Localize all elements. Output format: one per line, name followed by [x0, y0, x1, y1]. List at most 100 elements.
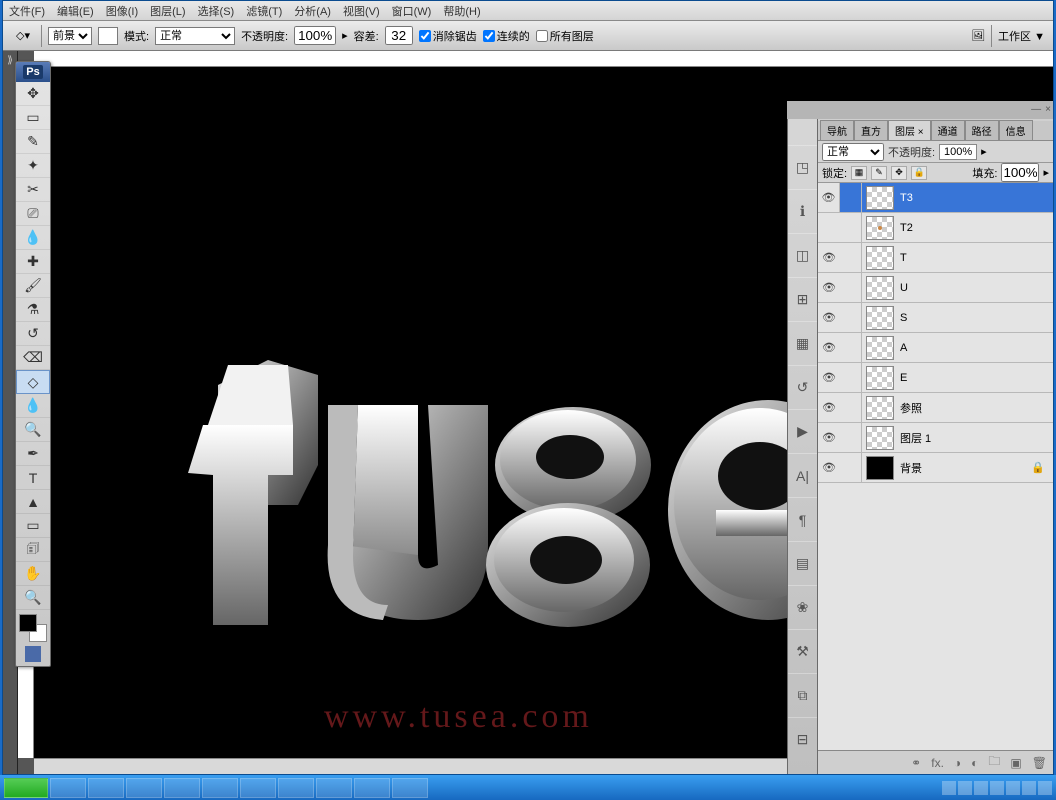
menu-layer[interactable]: 图层(L) [150, 3, 185, 19]
dock-clone-icon[interactable]: ⧉ [788, 673, 817, 717]
fg-bg-swatch[interactable] [19, 614, 47, 642]
dock-navigator-icon[interactable]: ◳ [788, 145, 817, 189]
tool-stamp[interactable]: ⚗ [16, 298, 50, 322]
tool-path-select[interactable]: ▲ [16, 490, 50, 514]
dock-tool-presets-icon[interactable]: ⚒ [788, 629, 817, 673]
panel-tab[interactable]: 导航 [820, 120, 854, 140]
taskbar-item[interactable] [316, 778, 352, 798]
tool-magic-wand[interactable]: ✦ [16, 154, 50, 178]
fill-target-select[interactable]: 前景 [48, 27, 92, 45]
lock-all-icon[interactable]: 🔒 [911, 166, 927, 180]
alllayers-check[interactable]: 所有图层 [536, 28, 594, 44]
fg-color[interactable] [19, 614, 37, 632]
fill-input[interactable] [1001, 163, 1039, 182]
dock-actions-icon[interactable]: ▶ [788, 409, 817, 453]
layer-row[interactable]: 👁S [818, 303, 1053, 333]
layer-thumbnail[interactable] [866, 186, 894, 210]
layer-thumbnail[interactable] [866, 426, 894, 450]
tool-healing[interactable]: ✚ [16, 250, 50, 274]
layer-group-icon[interactable]: 🗀 [988, 752, 1000, 773]
tool-marquee[interactable]: ▭ [16, 106, 50, 130]
quick-mask-icon[interactable] [25, 646, 41, 662]
opacity-arrow-icon[interactable]: ▸ [981, 145, 987, 158]
fill-swatch[interactable] [98, 27, 118, 45]
dock-channels-icon[interactable]: ⊟ [788, 717, 817, 761]
visibility-icon[interactable]: 👁 [818, 401, 840, 414]
panel-tab[interactable]: 信息 [999, 120, 1033, 140]
tool-shape[interactable]: ▭ [16, 514, 50, 538]
tool-slice[interactable]: ⎚ [16, 202, 50, 226]
taskbar-item[interactable] [164, 778, 200, 798]
layer-row[interactable]: 👁E [818, 363, 1053, 393]
layer-thumbnail[interactable] [866, 396, 894, 420]
lock-transparency-icon[interactable]: ▦ [851, 166, 867, 180]
mode-select[interactable]: 正常 [155, 27, 235, 45]
taskbar-item[interactable] [240, 778, 276, 798]
visibility-icon[interactable]: 👁 [818, 281, 840, 294]
tool-paint-bucket[interactable]: ◇ [16, 370, 50, 394]
tool-notes[interactable]: 🗊 [16, 538, 50, 562]
layer-row[interactable]: 👁背景🔒 [818, 453, 1053, 483]
tray-icon[interactable] [990, 781, 1004, 795]
tool-pen[interactable]: ✒ [16, 442, 50, 466]
panel-tab[interactable]: 路径 [965, 120, 999, 140]
dock-swatches-icon[interactable]: ⊞ [788, 277, 817, 321]
link-layers-icon[interactable]: ⚭ [911, 756, 921, 770]
lock-position-icon[interactable]: ✥ [891, 166, 907, 180]
panel-dock-head[interactable]: —× [787, 101, 1053, 119]
tool-eraser[interactable]: ⌫ [16, 346, 50, 370]
panel-tab[interactable]: 通道 [931, 120, 965, 140]
layer-opacity-input[interactable] [939, 144, 977, 160]
layer-row[interactable]: 👁U [818, 273, 1053, 303]
visibility-icon[interactable]: 👁 [818, 341, 840, 354]
layer-row[interactable]: 👁参照 [818, 393, 1053, 423]
layer-row[interactable]: 👁T3 [818, 183, 1053, 213]
layer-thumbnail[interactable] [866, 246, 894, 270]
menu-edit[interactable]: 编辑(E) [57, 3, 94, 19]
dock-info-icon[interactable]: ℹ [788, 189, 817, 233]
dock-history-icon[interactable]: ↺ [788, 365, 817, 409]
dock-styles-icon[interactable]: ▦ [788, 321, 817, 365]
layer-fx-icon[interactable]: fx. [931, 756, 944, 770]
visibility-icon[interactable]: 👁 [818, 311, 840, 324]
layer-thumbnail[interactable] [866, 366, 894, 390]
layer-thumbnail[interactable] [866, 306, 894, 330]
taskbar-item[interactable] [278, 778, 314, 798]
taskbar-item[interactable] [126, 778, 162, 798]
tray-icon[interactable] [1022, 781, 1036, 795]
tool-type[interactable]: T [16, 466, 50, 490]
visibility-icon[interactable]: 👁 [818, 371, 840, 384]
menu-image[interactable]: 图像(I) [106, 3, 138, 19]
layer-thumbnail[interactable] [866, 216, 894, 240]
tool-blur[interactable]: 💧 [16, 394, 50, 418]
menu-select[interactable]: 选择(S) [198, 3, 235, 19]
toolbox-header[interactable]: Ps [16, 62, 50, 82]
layer-row[interactable]: T2 [818, 213, 1053, 243]
blend-mode-select[interactable]: 正常 [822, 143, 884, 161]
layer-row[interactable]: 👁A [818, 333, 1053, 363]
tray-icon[interactable] [1038, 781, 1052, 795]
panel-tab[interactable]: 图层 × [888, 120, 931, 140]
contiguous-check[interactable]: 连续的 [483, 28, 530, 44]
tolerance-input[interactable] [385, 26, 413, 45]
lock-paint-icon[interactable]: ✎ [871, 166, 887, 180]
ruler-horizontal[interactable] [34, 51, 1053, 67]
dock-layers-comp-icon[interactable]: ▤ [788, 541, 817, 585]
layer-row[interactable]: 👁T [818, 243, 1053, 273]
tray-icon[interactable] [942, 781, 956, 795]
layer-thumbnail[interactable] [866, 336, 894, 360]
tool-lasso[interactable]: ✎ [16, 130, 50, 154]
fill-arrow-icon[interactable]: ▸ [1043, 166, 1049, 179]
panel-tab[interactable]: 直方 [854, 120, 888, 140]
dock-brushes-icon[interactable]: ❀ [788, 585, 817, 629]
dock-color-icon[interactable]: ◫ [788, 233, 817, 277]
menu-analysis[interactable]: 分析(A) [294, 3, 331, 19]
visibility-icon[interactable]: 👁 [818, 251, 840, 264]
visibility-icon[interactable]: 👁 [818, 461, 840, 474]
menu-filter[interactable]: 滤镜(T) [246, 3, 282, 19]
visibility-icon[interactable]: 👁 [818, 183, 840, 212]
menu-file[interactable]: 文件(F) [9, 3, 45, 19]
visibility-icon[interactable]: 👁 [818, 431, 840, 444]
adjustment-layer-icon[interactable]: ◐ [971, 756, 978, 770]
workspace-menu[interactable]: 工作区 ▼ [998, 28, 1045, 44]
